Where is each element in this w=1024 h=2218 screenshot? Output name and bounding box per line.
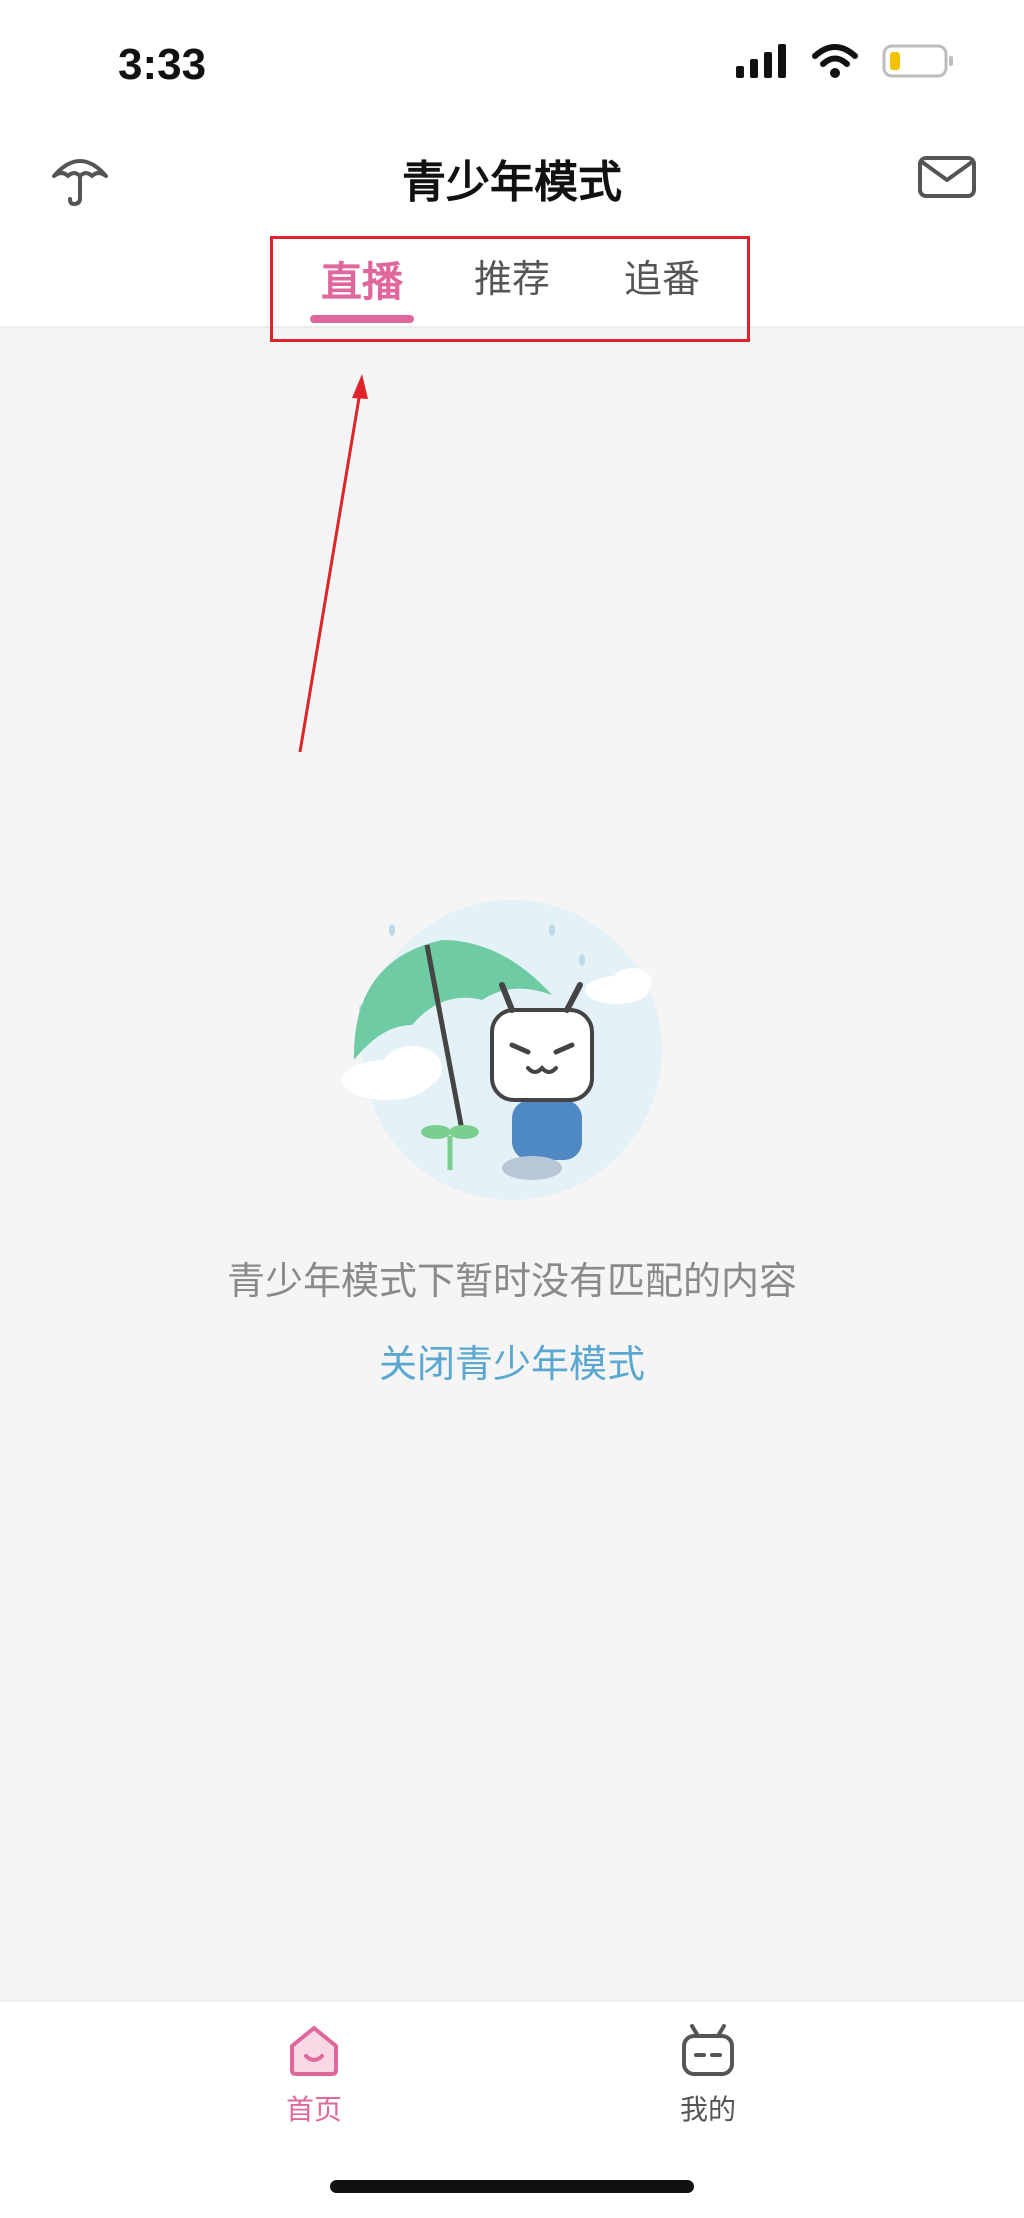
bottom-nav-home-label: 首页: [285, 2093, 342, 2126]
bottom-nav-mine-label: 我的: [679, 2093, 736, 2126]
empty-state-illustration: [332, 900, 672, 1200]
messages-button[interactable]: [916, 146, 978, 208]
mascot-umbrella-illustration: [342, 900, 662, 1200]
signal-icon: [736, 44, 786, 78]
bottom-nav-home[interactable]: 首页: [234, 2020, 394, 2128]
mail-icon: [918, 156, 976, 198]
bottom-nav-mine[interactable]: 我的: [628, 2020, 788, 2128]
empty-state-message: 青少年模式下暂时没有匹配的内容: [226, 1259, 797, 1303]
page-title: 青少年模式: [402, 157, 622, 208]
status-icons: [736, 44, 954, 78]
battery-icon: [882, 44, 953, 78]
home-indicator[interactable]: [330, 2180, 694, 2193]
tv-mascot-icon: [682, 2024, 734, 2076]
wifi-icon: [812, 44, 858, 78]
home-icon: [290, 2026, 338, 2076]
status-time: 3:33: [118, 40, 207, 89]
close-teen-mode-link[interactable]: 关闭青少年模式: [0, 1333, 1024, 1388]
annotation-highlight-box: [270, 236, 750, 342]
top-header: 青少年模式 直播 推荐 追番: [0, 110, 1024, 342]
